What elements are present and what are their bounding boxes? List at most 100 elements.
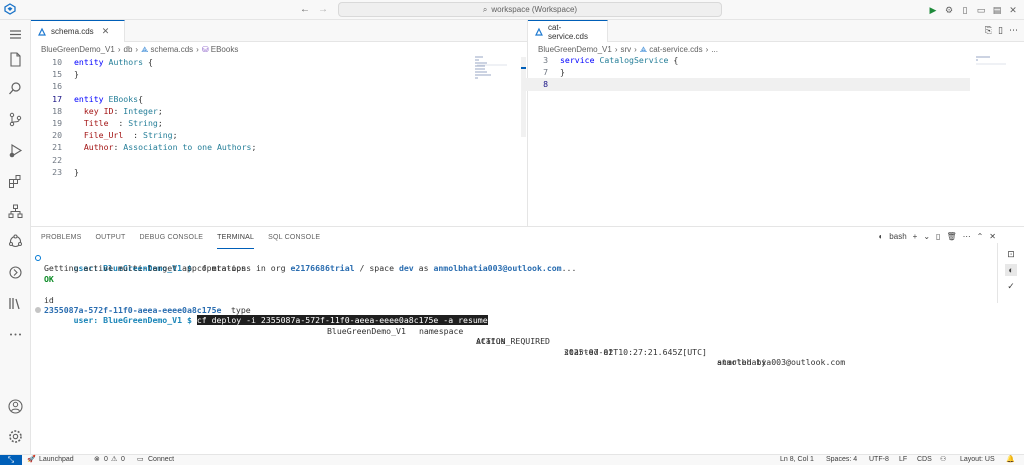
code-line[interactable]: 16	[36, 80, 472, 92]
sidebar-layout-icon[interactable]: ▭	[976, 5, 986, 15]
code-line[interactable]: 18 key ID: Integer;	[36, 105, 472, 117]
launchpad-icon[interactable]: 🚀	[27, 455, 36, 465]
code-editor-right[interactable]: 3 service CatalogService {7} 8	[522, 54, 970, 91]
warning-count[interactable]: 0	[121, 455, 125, 465]
open-changes-icon[interactable]: ⎘	[985, 25, 992, 36]
line-number: 22	[52, 154, 62, 165]
minimap[interactable]	[474, 55, 514, 85]
code-line[interactable]: 7}	[522, 66, 970, 78]
line-number: 7	[543, 67, 548, 78]
tab-debug-console[interactable]: DEBUG CONSOLE	[139, 231, 203, 249]
code-line[interactable]: 15}	[36, 68, 472, 80]
copilot-icon[interactable]: ⚇	[940, 455, 946, 465]
debug-console-icon[interactable]	[7, 264, 24, 281]
close-icon[interactable]: ✕	[1008, 5, 1018, 15]
launchpad-label[interactable]: Launchpad	[39, 455, 74, 465]
split-layout-icon[interactable]: ▯	[960, 5, 970, 15]
encoding[interactable]: UTF-8	[869, 455, 889, 465]
close-panel-icon[interactable]: ✕	[989, 232, 996, 241]
connect-icon[interactable]: ▭	[137, 455, 144, 465]
tab-cat-service-cds[interactable]: cat-service.cds	[528, 20, 608, 42]
more-actions-icon[interactable]: ⋯	[963, 232, 971, 241]
panel-layout-icon[interactable]: ▤	[992, 5, 1002, 15]
error-icon[interactable]: ⊗	[94, 455, 100, 465]
code-token: ;	[251, 142, 257, 153]
remote-icon[interactable]: ⤡	[0, 455, 22, 465]
breadcrumb-item[interactable]: srv	[621, 45, 632, 54]
library-icon[interactable]	[7, 295, 24, 312]
line-number: 18	[52, 105, 62, 116]
code-line[interactable]: 20 File_Url : String;	[36, 129, 472, 141]
connect-label[interactable]: Connect	[148, 455, 174, 465]
activity-bar	[0, 20, 31, 454]
tab-sql-console[interactable]: SQL CONSOLE	[268, 231, 320, 249]
breadcrumb-item[interactable]: cat-service.cds	[649, 45, 702, 54]
breadcrumb-item[interactable]: BlueGreenDemo_V1	[538, 45, 612, 54]
cursor-position[interactable]: Ln 8, Col 1	[780, 455, 814, 465]
editor-divider[interactable]	[527, 20, 528, 226]
breadcrumb-item[interactable]: schema.cds	[150, 45, 193, 54]
shell-label[interactable]: bash	[889, 232, 906, 241]
settings-icon[interactable]	[7, 428, 24, 445]
run-debug-icon[interactable]	[7, 142, 24, 159]
extensions-icon[interactable]	[7, 173, 24, 190]
code-line[interactable]: 10 entity Authors {	[36, 56, 472, 68]
explorer-icon[interactable]	[7, 51, 24, 68]
maximize-panel-icon[interactable]: ⌃	[977, 232, 984, 241]
breadcrumb-item[interactable]: BlueGreenDemo_V1	[41, 45, 115, 54]
command-center-label: workspace (Workspace)	[491, 5, 578, 14]
search-icon[interactable]	[7, 80, 24, 97]
new-terminal-icon[interactable]: +	[913, 232, 918, 241]
error-count[interactable]: 0	[104, 455, 108, 465]
code-editor-left[interactable]: 10 entity Authors {15} 16 17 entity EBooks{1…	[36, 56, 472, 178]
command-status-dot[interactable]	[35, 306, 41, 313]
more-icon[interactable]	[7, 326, 24, 343]
check-icon[interactable]: ✓	[1005, 280, 1017, 292]
hierarchy-icon[interactable]	[7, 203, 24, 220]
breadcrumb-item[interactable]: EBooks	[211, 45, 239, 54]
cloud-icon[interactable]	[7, 233, 24, 250]
split-terminal-icon[interactable]: ▯	[936, 232, 940, 241]
source-control-icon[interactable]	[7, 111, 24, 128]
breadcrumb-item[interactable]: ...	[711, 45, 718, 54]
command-center[interactable]: ⌕ workspace (Workspace)	[338, 2, 722, 17]
minimap[interactable]	[975, 55, 1015, 69]
more-actions-icon[interactable]: ⋯	[1009, 25, 1018, 36]
code-token: Integer	[123, 105, 158, 116]
terminal[interactable]: user: BlueGreenDemo_V1 $ cf mta-ops Gett…	[34, 253, 989, 367]
tab-schema-cds[interactable]: schema.cds ✕	[31, 20, 125, 42]
tab-problems[interactable]: PROBLEMS	[41, 231, 82, 249]
menu-icon[interactable]	[7, 26, 24, 43]
end-of-line[interactable]: LF	[899, 455, 907, 465]
arrow-right-icon[interactable]: →	[317, 3, 329, 16]
line-number: 21	[52, 142, 62, 153]
code-line[interactable]: 23}	[36, 166, 472, 178]
indentation[interactable]: Spaces: 4	[826, 455, 857, 465]
run-icon[interactable]: ▶	[928, 5, 938, 15]
language-mode[interactable]: CDS	[917, 455, 932, 465]
debug-icon[interactable]: ⚙	[944, 5, 954, 15]
code-line[interactable]: 21 Author: Association to one Authors;	[36, 141, 472, 153]
code-line[interactable]: 8	[522, 78, 970, 91]
warning-icon[interactable]: ⚠	[111, 455, 117, 465]
close-icon[interactable]: ✕	[102, 26, 110, 37]
code-line[interactable]: 3 service CatalogService {	[522, 54, 970, 66]
arrow-left-icon[interactable]: ←	[299, 3, 311, 16]
chevron-down-icon[interactable]: ⌄	[923, 232, 930, 241]
terminal-shell-icon[interactable]: ◐	[1005, 264, 1017, 276]
tab-output[interactable]: OUTPUT	[96, 231, 126, 249]
code-line[interactable]: 19 Title : String;	[36, 117, 472, 129]
tab-terminal[interactable]: TERMINAL	[217, 231, 255, 249]
account-icon[interactable]	[7, 398, 24, 415]
terminal-icon[interactable]: ⊡	[1005, 248, 1017, 260]
terminal-selected-command[interactable]: cf deploy -i 2355087a-572f-11f0-aeea-eee…	[196, 315, 488, 326]
breadcrumb-item[interactable]: db	[124, 45, 133, 54]
search-icon: ⌕	[482, 5, 488, 14]
code-line[interactable]: 22	[36, 154, 472, 166]
keyboard-layout[interactable]: Layout: US	[960, 455, 995, 465]
code-line[interactable]: 17 entity EBooks{	[36, 93, 472, 105]
split-editor-icon[interactable]: ▯	[998, 25, 1003, 36]
trash-icon[interactable]: 🗑	[946, 232, 956, 241]
notifications-icon[interactable]: 🔔	[1006, 455, 1015, 465]
command-status-dot[interactable]	[35, 255, 41, 261]
